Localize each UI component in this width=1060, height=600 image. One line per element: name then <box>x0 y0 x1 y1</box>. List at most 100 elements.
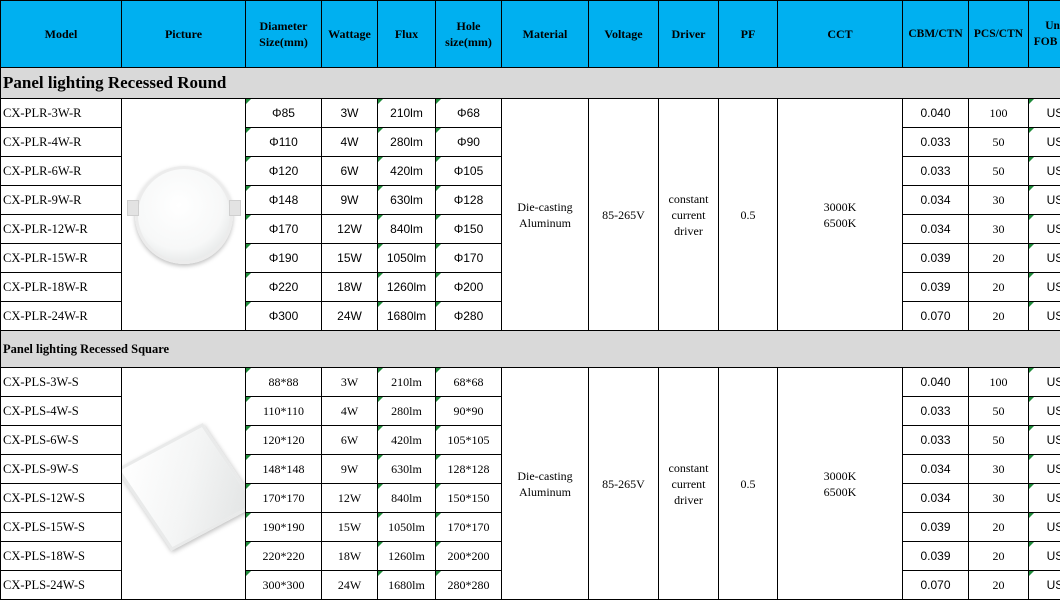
price-cell: US$1.47 <box>1029 273 1060 302</box>
header-flux: Flux <box>378 1 436 68</box>
hole-cell: Φ280 <box>436 302 502 331</box>
wattage-cell: 18W <box>322 273 378 302</box>
pcs-cell: 30 <box>969 484 1029 513</box>
material-line2: Aluminum <box>519 216 571 230</box>
header-diameter-line2: Size(mm) <box>259 35 308 49</box>
price-cell: US$0.89 <box>1029 426 1060 455</box>
header-voltage: Voltage <box>589 1 659 68</box>
header-cbm: CBM/CTN <box>903 1 969 68</box>
header-driver: Driver <box>659 1 719 68</box>
size-cell: Φ120 <box>246 157 322 186</box>
model-cell: CX-PLS-15W-S <box>1 513 122 542</box>
model-cell: CX-PLS-18W-S <box>1 542 122 571</box>
material-cell-round: Die-castingAluminum <box>502 99 589 331</box>
flux-cell: 840lm <box>378 484 436 513</box>
price-cell: US$3.08 <box>1029 571 1060 600</box>
spec-table: Model Picture DiameterSize(mm) Wattage F… <box>0 0 1060 600</box>
square-panel-picture <box>122 368 246 600</box>
header-cct: CCT <box>778 1 903 68</box>
pcs-cell: 30 <box>969 186 1029 215</box>
cbm-cell: 0.034 <box>903 186 969 215</box>
model-cell: CX-PLR-3W-R <box>1 99 122 128</box>
driver-cell-round: constantcurrentdriver <box>659 99 719 331</box>
driver-line1: constant <box>669 461 709 475</box>
wattage-cell: 12W <box>322 484 378 513</box>
pcs-cell: 20 <box>969 513 1029 542</box>
pcs-cell: 20 <box>969 571 1029 600</box>
model-cell: CX-PLR-18W-R <box>1 273 122 302</box>
cct-line2: 6500K <box>824 485 857 499</box>
section-row-round: Panel lighting Recessed Round <box>1 68 1060 99</box>
size-cell: Φ85 <box>246 99 322 128</box>
round-panel-picture <box>122 99 246 331</box>
pf-cell-square: 0.5 <box>719 368 778 600</box>
driver-line1: constant <box>669 192 709 206</box>
size-cell: Φ300 <box>246 302 322 331</box>
cbm-cell: 0.039 <box>903 513 969 542</box>
pcs-cell: 30 <box>969 455 1029 484</box>
model-cell: CX-PLR-6W-R <box>1 157 122 186</box>
header-diameter: DiameterSize(mm) <box>246 1 322 68</box>
model-cell: CX-PLS-3W-S <box>1 368 122 397</box>
cbm-cell: 0.034 <box>903 455 969 484</box>
hole-cell: Φ105 <box>436 157 502 186</box>
section-title-round: Panel lighting Recessed Round <box>1 68 1060 99</box>
header-price-line1: Unit price <box>1045 20 1060 32</box>
model-cell: CX-PLS-24W-S <box>1 571 122 600</box>
table-row: CX-PLS-3W-S 88*88 3W 210lm 68*68 Die-cas… <box>1 368 1060 397</box>
price-cell: US$1.30 <box>1029 215 1060 244</box>
wattage-cell: 18W <box>322 542 378 571</box>
flux-cell: 210lm <box>378 99 436 128</box>
wattage-cell: 15W <box>322 513 378 542</box>
hole-cell: 280*280 <box>436 571 502 600</box>
size-cell: 300*300 <box>246 571 322 600</box>
flux-cell: 1680lm <box>378 571 436 600</box>
voltage-cell-round: 85-265V <box>589 99 659 331</box>
header-pf: PF <box>719 1 778 68</box>
header-hole-line2: size(mm) <box>445 35 492 49</box>
cbm-cell: 0.033 <box>903 397 969 426</box>
cct-cell-square: 3000K6500K <box>778 368 903 600</box>
hole-cell: 170*170 <box>436 513 502 542</box>
flux-cell: 1050lm <box>378 513 436 542</box>
driver-line3: driver <box>674 224 703 238</box>
cbm-cell: 0.033 <box>903 128 969 157</box>
header-hole-size: Holesize(mm) <box>436 1 502 68</box>
section-title-square: Panel lighting Recessed Square <box>1 331 1060 368</box>
wattage-cell: 24W <box>322 302 378 331</box>
pcs-cell: 20 <box>969 542 1029 571</box>
model-cell: CX-PLS-9W-S <box>1 455 122 484</box>
header-model: Model <box>1 1 122 68</box>
cbm-cell: 0.034 <box>903 484 969 513</box>
header-material: Material <box>502 1 589 68</box>
voltage-cell-square: 85-265V <box>589 368 659 600</box>
size-cell: Φ110 <box>246 128 322 157</box>
hole-cell: 105*105 <box>436 426 502 455</box>
flux-cell: 1260lm <box>378 273 436 302</box>
hole-cell: 68*68 <box>436 368 502 397</box>
cbm-cell: 0.040 <box>903 99 969 128</box>
flux-cell: 280lm <box>378 128 436 157</box>
wattage-cell: 4W <box>322 128 378 157</box>
cbm-cell: 0.039 <box>903 542 969 571</box>
price-cell: US$1.39 <box>1029 484 1060 513</box>
hole-cell: Φ90 <box>436 128 502 157</box>
flux-cell: 280lm <box>378 397 436 426</box>
wattage-cell: 3W <box>322 99 378 128</box>
size-cell: 148*148 <box>246 455 322 484</box>
flux-cell: 210lm <box>378 368 436 397</box>
hole-cell: 128*128 <box>436 455 502 484</box>
flux-cell: 1260lm <box>378 542 436 571</box>
size-cell: 170*170 <box>246 484 322 513</box>
model-cell: CX-PLR-4W-R <box>1 128 122 157</box>
flux-cell: 630lm <box>378 455 436 484</box>
price-cell: US$0.74 <box>1029 128 1060 157</box>
header-wattage: Wattage <box>322 1 378 68</box>
hole-cell: Φ68 <box>436 99 502 128</box>
wattage-cell: 4W <box>322 397 378 426</box>
section-row-square: Panel lighting Recessed Square <box>1 331 1060 368</box>
model-cell: CX-PLS-6W-S <box>1 426 122 455</box>
price-cell: US$1.40 <box>1029 244 1060 273</box>
wattage-cell: 15W <box>322 244 378 273</box>
wattage-cell: 9W <box>322 186 378 215</box>
